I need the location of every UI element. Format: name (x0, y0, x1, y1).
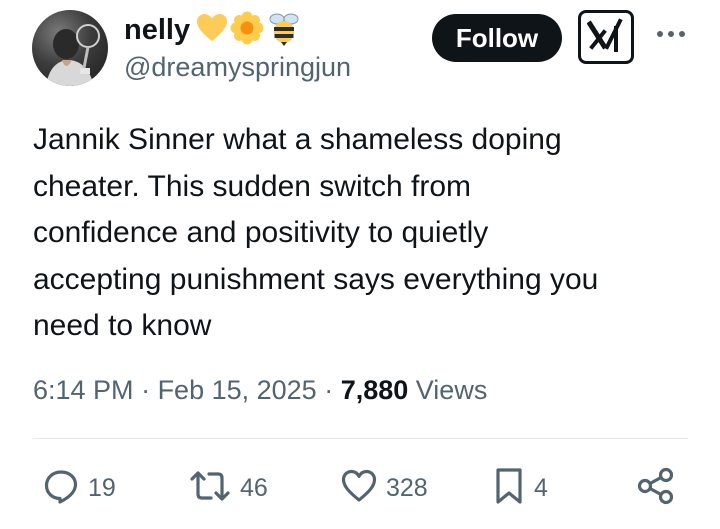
like-button[interactable]: 328 (340, 467, 428, 509)
tweet-time[interactable]: 6:14 PM (33, 375, 134, 405)
repost-button[interactable]: 46 (188, 467, 268, 509)
share-icon (636, 466, 676, 511)
honeybee-icon (266, 10, 302, 51)
tweet-meta: 6:14 PM · Feb 15, 2025 · 7,880 Views (33, 372, 487, 408)
more-icon (656, 25, 686, 43)
reply-count: 19 (88, 473, 116, 502)
heart-icon (340, 468, 378, 509)
meta-separator: · (316, 375, 341, 405)
display-name-text[interactable]: nelly (124, 15, 190, 45)
reply-icon (42, 467, 80, 510)
grok-icon (586, 17, 625, 58)
bookmark-button[interactable]: 4 (492, 467, 548, 509)
share-button[interactable] (636, 467, 676, 509)
tweet-text: Jannik Sinner what a shameless doping ch… (33, 123, 599, 342)
author-handle[interactable]: @dreamyspringjun (124, 50, 351, 84)
avatar[interactable] (32, 10, 108, 86)
repost-count: 46 (240, 473, 268, 502)
display-name[interactable]: nelly (124, 10, 302, 51)
like-count: 328 (386, 473, 428, 502)
meta-separator: · (133, 375, 158, 405)
bookmark-icon (492, 466, 526, 511)
yellow-heart-icon (196, 13, 228, 48)
reply-button[interactable]: 19 (42, 467, 116, 509)
divider (33, 438, 688, 439)
grok-button[interactable] (578, 10, 634, 64)
more-button[interactable] (654, 24, 688, 44)
bookmark-count: 4 (534, 473, 548, 502)
blossom-icon (230, 11, 264, 50)
repost-icon (188, 467, 232, 510)
views-count: 7,880 (340, 375, 409, 405)
views-label: Views (408, 375, 488, 405)
tweet-date[interactable]: Feb 15, 2025 (158, 375, 317, 405)
follow-button[interactable]: Follow (432, 14, 562, 62)
